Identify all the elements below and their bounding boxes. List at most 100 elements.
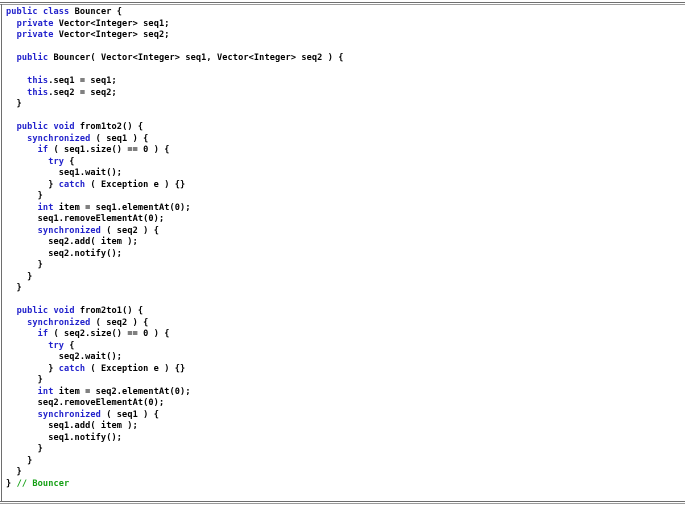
code-text: item = seq2.elementAt(0); — [53, 386, 191, 397]
bottom-rule-upper — [0, 501, 685, 502]
code-line: synchronized ( seq1 ) { — [6, 410, 676, 422]
code-keyword: int — [37, 202, 54, 213]
code-text: } — [6, 467, 22, 477]
code-text: } — [6, 363, 59, 374]
code-text: } — [6, 271, 33, 282]
code-line: public void from1to2() { — [6, 122, 676, 134]
code-keyword: catch — [58, 179, 86, 190]
code-text: { — [64, 340, 75, 351]
code-text: ( Exception e ) {} — [85, 363, 186, 374]
code-keyword: public — [16, 306, 49, 316]
code-text: .seq1 = seq1; — [48, 76, 117, 86]
top-rule-upper — [0, 2, 685, 3]
code-line: } — [6, 272, 676, 284]
code-line: seq2.removeElementAt(0); — [6, 398, 676, 410]
code-listing-page: public class Bouncer { private Vector<In… — [0, 0, 685, 509]
code-line: } — [6, 191, 676, 203]
code-keyword: try — [48, 340, 65, 351]
code-text: from2to1() { — [74, 306, 144, 316]
left-margin-rule — [1, 4, 2, 502]
code-line: seq2.notify(); — [6, 249, 676, 261]
code-text: ( seq1.size() == 0 ) { — [48, 145, 170, 155]
code-line: synchronized ( seq1 ) { — [6, 134, 676, 146]
code-text: seq2.notify(); — [6, 248, 123, 259]
code-line: } catch ( Exception e ) {} — [6, 364, 676, 376]
code-line: seq2.wait(); — [6, 352, 676, 364]
code-text: ( seq1 ) { — [100, 409, 159, 420]
code-text: seq1.add( item ); — [6, 421, 138, 431]
code-comment: // Bouncer — [16, 478, 70, 489]
code-line: this.seq1 = seq1; — [6, 76, 676, 88]
code-line: synchronized ( seq2 ) { — [6, 226, 676, 238]
code-text: } — [6, 375, 43, 385]
code-line: try { — [6, 341, 676, 353]
code-line: public class Bouncer { — [6, 7, 676, 19]
code-keyword: try — [48, 156, 65, 167]
bottom-rule-lower — [0, 503, 685, 504]
code-text: ( seq2 ) { — [100, 225, 159, 236]
code-keyword: private — [16, 30, 54, 40]
code-text: ( seq2.size() == 0 ) { — [48, 329, 170, 339]
code-keyword: synchronized — [27, 317, 91, 328]
code-line: seq1.add( item ); — [6, 421, 676, 433]
code-line: public void from2to1() { — [6, 306, 676, 318]
code-text: seq2.removeElementAt(0); — [6, 398, 165, 408]
code-line: if ( seq2.size() == 0 ) { — [6, 329, 676, 341]
code-line: if ( seq1.size() == 0 ) { — [6, 145, 676, 157]
code-text: } — [6, 99, 22, 109]
code-text: } — [6, 179, 59, 190]
code-line: } — [6, 467, 676, 479]
code-keyword: synchronized — [37, 409, 101, 420]
code-text: } — [6, 444, 43, 454]
code-text: } — [6, 455, 33, 466]
code-line: int item = seq2.elementAt(0); — [6, 387, 676, 399]
code-text: seq1.removeElementAt(0); — [6, 214, 165, 224]
code-text: } — [6, 260, 43, 270]
code-text: Vector<Integer> seq1; — [53, 18, 170, 29]
code-text: seq1.notify(); — [6, 432, 123, 443]
code-text: seq2.wait(); — [6, 352, 123, 362]
code-keyword: public — [6, 7, 38, 17]
code-block: public class Bouncer { private Vector<In… — [6, 7, 676, 497]
code-text: Bouncer( Vector<Integer> seq1, Vector<In… — [48, 53, 344, 63]
code-line: seq1.removeElementAt(0); — [6, 214, 676, 226]
code-line: public Bouncer( Vector<Integer> seq1, Ve… — [6, 53, 676, 65]
code-line: } — [6, 375, 676, 387]
code-line: } — [6, 260, 676, 272]
code-keyword: void — [53, 122, 75, 132]
code-keyword: synchronized — [27, 133, 91, 144]
top-rule-lower — [0, 4, 685, 5]
code-line: } — [6, 456, 676, 468]
code-line: private Vector<Integer> seq1; — [6, 19, 676, 31]
code-keyword: if — [37, 329, 49, 339]
code-text: Bouncer { — [69, 7, 123, 17]
code-keyword: public — [16, 122, 49, 132]
source-code-text: public class Bouncer { private Vector<In… — [6, 7, 676, 490]
code-keyword: if — [37, 145, 49, 155]
code-line: } — [6, 283, 676, 295]
code-keyword: this — [27, 76, 49, 86]
code-line: } — [6, 99, 676, 111]
code-keyword: this — [27, 87, 49, 98]
code-keyword: void — [53, 306, 75, 316]
code-text: .seq2 = seq2; — [48, 87, 117, 98]
code-text: ( seq2 ) { — [90, 317, 149, 328]
code-line: this.seq2 = seq2; — [6, 88, 676, 100]
code-line: } // Bouncer — [6, 479, 676, 491]
code-line: seq2.add( item ); — [6, 237, 676, 249]
code-text: seq2.add( item ); — [6, 237, 138, 247]
